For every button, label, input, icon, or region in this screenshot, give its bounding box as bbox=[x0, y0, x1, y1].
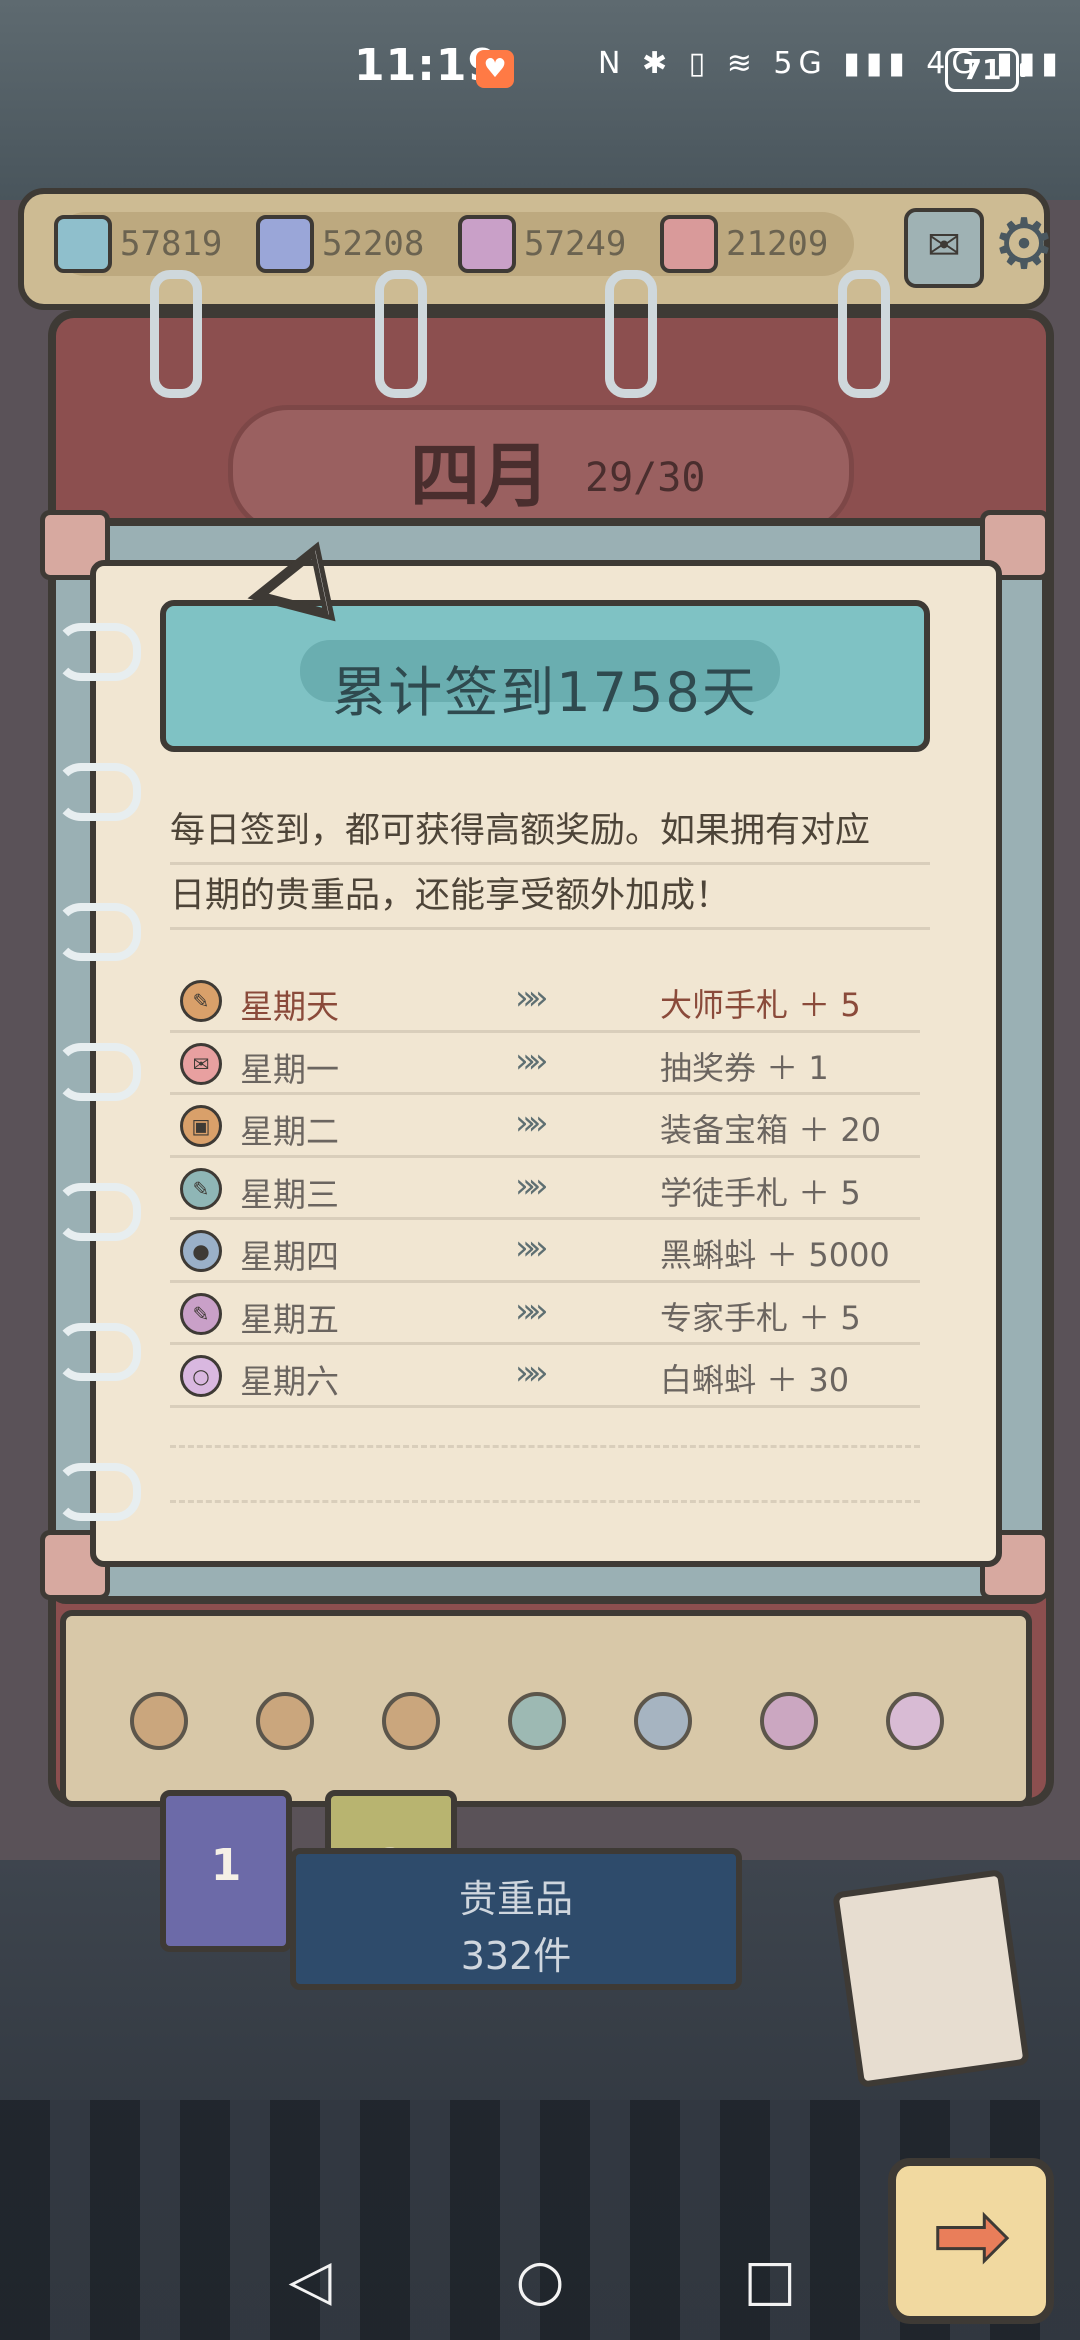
pink-block-icon bbox=[458, 215, 516, 273]
chest-icon bbox=[382, 1692, 440, 1750]
double-chevron-icon: »» bbox=[515, 1040, 548, 1081]
heart-icon: ♥ bbox=[476, 50, 514, 88]
white-tadpole-icon bbox=[886, 1692, 944, 1750]
reward-row-sunday: ✎ 星期天 »» 大师手札 ＋ 5 bbox=[170, 970, 920, 1033]
reward-row-tuesday: ▣ 星期二 »» 装备宝箱 ＋ 20 bbox=[170, 1095, 920, 1158]
spiral-ring bbox=[55, 1043, 141, 1101]
reward-row-monday: ✉ 星期一 »» 抽奖券 ＋ 1 bbox=[170, 1033, 920, 1095]
navigation-bar: ◁ ○ □ bbox=[0, 2230, 1080, 2340]
battery-icon: 71 bbox=[945, 48, 1026, 92]
ticket-1[interactable]: 1 bbox=[160, 1790, 292, 1952]
purple-block-icon bbox=[256, 215, 314, 273]
reward-label: 抽奖券 ＋ 1 bbox=[660, 1048, 829, 1087]
double-chevron-icon: »» bbox=[515, 1290, 548, 1331]
resource-item[interactable]: 57249 bbox=[458, 212, 626, 276]
status-bar: 11:19 ♥ N ✱ ▯ ≋ 5G ▮▮▮ 4G ▮▮▮ 71 bbox=[0, 0, 1080, 130]
month-progress: 29/30 bbox=[585, 455, 706, 501]
description: 每日签到，都可获得高额奖励。如果拥有对应 日期的贵重品，还能享受额外加成！ bbox=[170, 800, 930, 930]
spiral-ring bbox=[55, 1463, 141, 1521]
checkin-total: 累计签到1758天 bbox=[332, 661, 758, 724]
reward-row-friday: ✎ 星期五 »» 专家手札 ＋ 5 bbox=[170, 1283, 920, 1345]
reward-row-saturday: ○ 星期六 »» 白蝌蚪 ＋ 30 bbox=[170, 1345, 920, 1408]
recents-button[interactable]: □ bbox=[735, 2246, 805, 2316]
book-icon: ✎ bbox=[180, 1292, 222, 1335]
reward-row-wednesday: ✎ 星期三 »» 学徒手札 ＋ 5 bbox=[170, 1158, 920, 1220]
white-tadpole-icon: ○ bbox=[180, 1355, 222, 1397]
reward-row-thursday: ● 星期四 »» 黑蝌蚪 ＋ 5000 bbox=[170, 1220, 920, 1283]
resource-value: 57819 bbox=[120, 224, 223, 264]
binder-ring bbox=[150, 270, 202, 398]
double-chevron-icon: »» bbox=[515, 1353, 548, 1393]
resource-item[interactable]: 52208 bbox=[256, 212, 424, 276]
treasure-sign[interactable]: 贵重品 332件 bbox=[290, 1848, 742, 1990]
spiral-ring bbox=[55, 1323, 141, 1381]
reward-label: 白蝌蚪 ＋ 30 bbox=[660, 1361, 850, 1399]
ticket-icon: ✉ bbox=[180, 1042, 222, 1085]
binder-ring bbox=[838, 270, 890, 398]
notebook-icon bbox=[508, 1692, 566, 1750]
day-label: 星期三 bbox=[240, 1174, 339, 1214]
chest-icon: ▣ bbox=[180, 1105, 222, 1147]
back-button[interactable]: ◁ bbox=[275, 2246, 345, 2316]
resource-item[interactable]: 57819 bbox=[54, 212, 222, 276]
reward-label: 学徒手札 ＋ 5 bbox=[660, 1173, 861, 1212]
spiral-ring bbox=[55, 763, 141, 821]
description-line: 日期的贵重品，还能享受额外加成！ bbox=[170, 865, 930, 930]
calendar-icon[interactable] bbox=[832, 1868, 1030, 2089]
tadpole-icon bbox=[634, 1692, 692, 1750]
spiral-ring bbox=[55, 903, 141, 961]
ruled-line bbox=[170, 1500, 920, 1503]
resource-value: 57249 bbox=[524, 224, 627, 264]
blue-block-icon bbox=[54, 215, 112, 273]
day-label: 星期二 bbox=[240, 1112, 339, 1151]
double-chevron-icon: »» bbox=[515, 1228, 548, 1268]
reward-label: 专家手札 ＋ 5 bbox=[660, 1298, 861, 1337]
binder-ring bbox=[605, 270, 657, 398]
day-label: 星期一 bbox=[240, 1049, 339, 1089]
book-icon bbox=[760, 1692, 818, 1750]
day-label: 星期四 bbox=[240, 1237, 339, 1276]
treasure-count: 332件 bbox=[460, 1934, 572, 1978]
description-line: 每日签到，都可获得高额奖励。如果拥有对应 bbox=[170, 800, 930, 865]
resource-item[interactable]: 21209 bbox=[660, 212, 828, 276]
day-label: 星期六 bbox=[240, 1362, 339, 1401]
scroll-icon: ✎ bbox=[180, 980, 222, 1022]
reward-label: 黑蝌蚪 ＋ 5000 bbox=[660, 1236, 890, 1274]
month-title: 四月 bbox=[410, 435, 550, 517]
double-chevron-icon: »» bbox=[515, 1165, 548, 1206]
reward-label: 大师手札 ＋ 5 bbox=[660, 986, 861, 1024]
resource-value: 21209 bbox=[726, 224, 829, 264]
red-block-icon bbox=[660, 215, 718, 273]
reward-label: 装备宝箱 ＋ 20 bbox=[660, 1111, 882, 1149]
reward-list: ✎ 星期天 »» 大师手札 ＋ 5 ✉ 星期一 »» 抽奖券 ＋ 1 ▣ 星期二… bbox=[170, 970, 920, 1408]
spiral-ring bbox=[55, 623, 141, 681]
gear-icon[interactable]: ⚙ bbox=[986, 206, 1062, 282]
ruled-line bbox=[170, 1445, 920, 1448]
home-button[interactable]: ○ bbox=[505, 2246, 575, 2316]
day-label: 星期五 bbox=[240, 1299, 339, 1339]
double-chevron-icon: »» bbox=[515, 978, 548, 1018]
scroll-icon bbox=[130, 1692, 188, 1750]
spiral-ring bbox=[55, 1183, 141, 1241]
tadpole-icon: ● bbox=[180, 1230, 222, 1272]
ticket-icon bbox=[256, 1692, 314, 1750]
day-label: 星期天 bbox=[240, 987, 339, 1026]
notebook-icon: ✎ bbox=[180, 1167, 222, 1210]
double-chevron-icon: »» bbox=[515, 1103, 548, 1143]
binder-ring bbox=[375, 270, 427, 398]
treasure-label: 贵重品 bbox=[458, 1877, 573, 1921]
mail-icon[interactable]: ✉ bbox=[904, 208, 984, 288]
resource-value: 52208 bbox=[322, 224, 425, 264]
